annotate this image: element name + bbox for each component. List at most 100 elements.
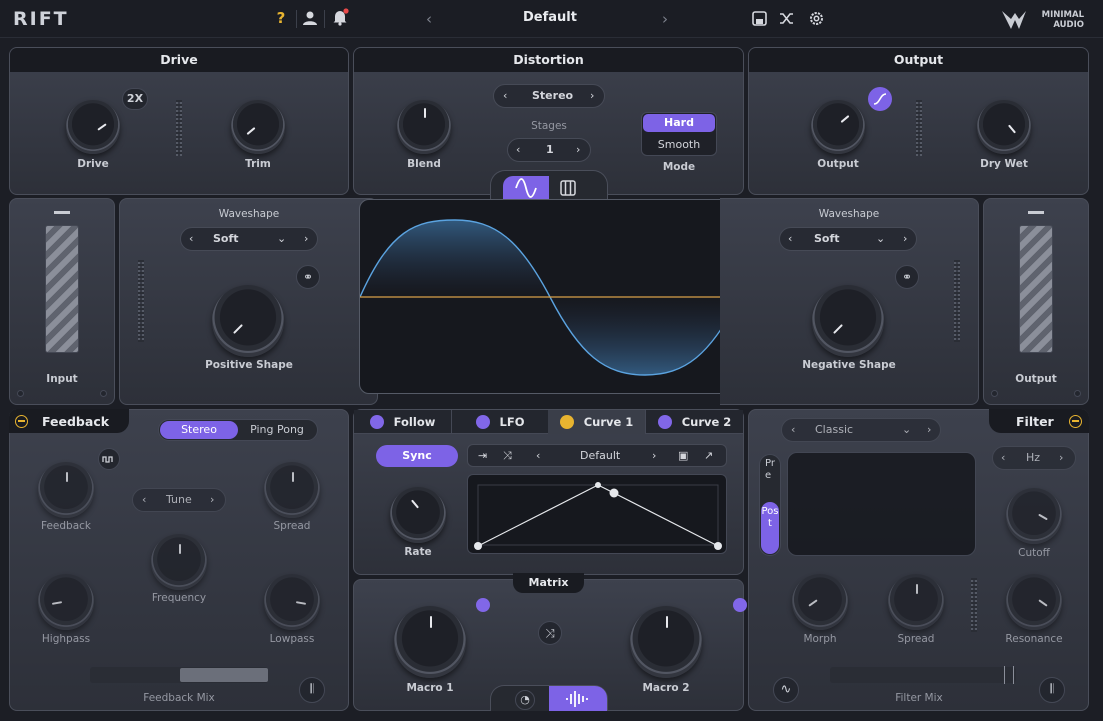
gauge-icon[interactable]: ◔ xyxy=(515,690,535,710)
trim-knob[interactable] xyxy=(231,100,285,154)
chevron-right-icon[interactable]: › xyxy=(1059,451,1063,464)
chevron-right-icon[interactable]: › xyxy=(652,449,656,462)
next-preset-icon[interactable]: › xyxy=(662,10,668,28)
piano-icon[interactable]: 𝄃 xyxy=(1039,677,1065,703)
filter-unit-selector[interactable]: ‹ Hz › xyxy=(992,446,1076,470)
shuffle-icon[interactable]: ⤨ xyxy=(503,449,512,463)
chevron-left-icon[interactable]: ‹ xyxy=(503,89,507,102)
prev-preset-icon[interactable]: ‹ xyxy=(426,10,432,28)
chevron-right-icon[interactable]: › xyxy=(304,232,308,245)
mod-drag-icon[interactable] xyxy=(369,415,384,429)
curve-preset-name[interactable]: Default xyxy=(580,449,620,462)
stereo-mode-button[interactable]: Stereo xyxy=(160,421,238,439)
mode-hard-button[interactable]: Hard xyxy=(643,114,715,132)
curve-point[interactable] xyxy=(714,542,722,550)
blend-knob[interactable] xyxy=(397,100,451,154)
chevron-left-icon[interactable]: ‹ xyxy=(1001,451,1005,464)
mod-drag-icon[interactable] xyxy=(559,415,574,429)
shuffle-icon[interactable] xyxy=(779,11,795,26)
waveform-bars-button[interactable] xyxy=(549,686,607,711)
pre-button[interactable]: Pre xyxy=(765,458,775,482)
waveform-view-button[interactable] xyxy=(503,176,549,200)
drive-knob[interactable] xyxy=(66,100,120,154)
lowpass-knob[interactable] xyxy=(264,574,320,630)
resonance-knob[interactable] xyxy=(1006,574,1062,630)
rate-knob[interactable] xyxy=(390,487,446,543)
mode-smooth-button[interactable]: Smooth xyxy=(643,136,715,154)
spread-knob[interactable] xyxy=(264,462,320,518)
tab-curve2[interactable]: Curve 2 xyxy=(645,410,743,434)
chevron-down-icon[interactable]: ⌄ xyxy=(902,423,911,436)
chevron-down-icon[interactable]: ⌄ xyxy=(277,232,286,245)
tab-follow[interactable]: Follow xyxy=(354,410,451,434)
mod-drag-icon[interactable] xyxy=(657,415,672,429)
chevron-left-icon[interactable]: ‹ xyxy=(791,423,795,436)
macro1-mod-icon[interactable] xyxy=(476,598,490,612)
curve-point[interactable] xyxy=(474,542,482,550)
channel-selector[interactable]: ‹ Stereo › xyxy=(493,84,605,108)
export-icon[interactable]: ↗ xyxy=(704,449,713,462)
post-button[interactable]: Post xyxy=(761,502,779,554)
negative-shape-knob[interactable] xyxy=(812,285,884,357)
macro2-mod-icon[interactable] xyxy=(733,598,748,612)
save-icon[interactable] xyxy=(752,11,767,26)
drywet-knob[interactable] xyxy=(977,100,1031,154)
sine-wave-icon[interactable]: ∿ xyxy=(773,677,799,703)
chevron-left-icon[interactable]: ‹ xyxy=(536,449,540,462)
filter-display[interactable] xyxy=(787,452,976,556)
bell-icon[interactable] xyxy=(331,8,349,26)
positive-shape-selector[interactable]: ‹ Soft ⌄ › xyxy=(180,227,318,251)
filter-type-selector[interactable]: ‹ Classic ⌄ › xyxy=(781,418,941,442)
curve-point[interactable] xyxy=(609,488,619,498)
link-icon[interactable]: ⚭ xyxy=(895,265,919,289)
randomize-icon[interactable]: ⤨ xyxy=(538,621,562,645)
macro1-knob[interactable] xyxy=(394,606,466,678)
filter-mix-handle[interactable] xyxy=(1004,666,1014,684)
feedback-power-icon[interactable] xyxy=(15,415,28,428)
pingpong-mode-button[interactable]: Ping Pong xyxy=(238,421,316,439)
filter-spread-knob[interactable] xyxy=(888,574,944,630)
curve-point[interactable] xyxy=(595,482,601,488)
user-icon[interactable] xyxy=(302,10,318,26)
macro2-label: Macro 2 xyxy=(642,682,690,694)
negative-shape-selector[interactable]: ‹ Soft ⌄ › xyxy=(779,227,917,251)
sync-button[interactable]: Sync xyxy=(376,445,458,467)
tab-lfo[interactable]: LFO xyxy=(451,410,548,434)
chevron-left-icon[interactable]: ‹ xyxy=(142,493,146,506)
highpass-knob[interactable] xyxy=(38,574,94,630)
positive-shape-knob[interactable] xyxy=(212,285,284,357)
chevron-right-icon[interactable]: › xyxy=(590,89,594,102)
frequency-knob[interactable] xyxy=(151,534,207,590)
link-icon[interactable]: ⚭ xyxy=(296,265,320,289)
filter-mix-slider[interactable] xyxy=(830,667,1016,683)
cutoff-knob[interactable] xyxy=(1006,488,1062,544)
preset-name[interactable]: Default xyxy=(480,10,620,25)
macro2-knob[interactable] xyxy=(630,606,702,678)
sync-wave-icon[interactable] xyxy=(98,448,120,470)
filter-power-icon[interactable] xyxy=(1069,415,1082,428)
oversample-button[interactable]: 2X xyxy=(122,88,148,110)
saturation-curve-button[interactable] xyxy=(868,87,892,111)
save-icon[interactable]: ▣ xyxy=(678,449,688,462)
morph-knob[interactable] xyxy=(792,574,848,630)
gear-icon[interactable] xyxy=(808,10,825,27)
curve-editor[interactable] xyxy=(467,474,727,554)
stages-selector[interactable]: ‹ 1 › xyxy=(507,138,591,162)
tune-selector[interactable]: ‹ Tune › xyxy=(132,488,226,512)
chevron-right-icon[interactable]: › xyxy=(927,423,931,436)
chevron-right-icon[interactable]: › xyxy=(903,232,907,245)
chevron-left-icon[interactable]: ‹ xyxy=(788,232,792,245)
help-icon[interactable]: ? xyxy=(273,9,289,27)
bars-icon[interactable] xyxy=(560,180,576,196)
import-icon[interactable]: ⇥ xyxy=(478,449,487,462)
chevron-down-icon[interactable]: ⌄ xyxy=(876,232,885,245)
tab-curve1[interactable]: Curve 1 xyxy=(548,410,645,434)
chevron-right-icon[interactable]: › xyxy=(210,493,214,506)
chevron-right-icon[interactable]: › xyxy=(576,143,580,156)
chevron-left-icon[interactable]: ‹ xyxy=(189,232,193,245)
mod-drag-icon[interactable] xyxy=(475,415,490,429)
chevron-left-icon[interactable]: ‹ xyxy=(516,143,520,156)
piano-icon[interactable]: 𝄃 xyxy=(299,677,325,703)
feedback-knob[interactable] xyxy=(38,462,94,518)
output-knob[interactable] xyxy=(811,100,865,154)
